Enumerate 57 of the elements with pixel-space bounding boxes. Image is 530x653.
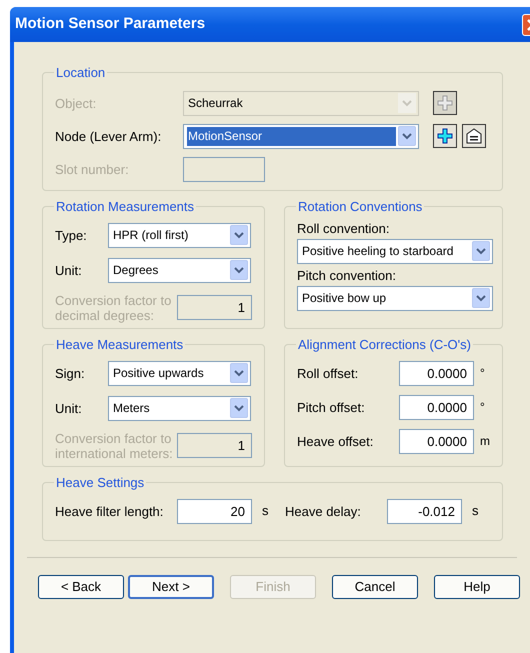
field-label: Unit:: [55, 400, 83, 416]
dropdown-value: Scheurrak: [187, 94, 244, 112]
properties-button[interactable]: [462, 124, 486, 148]
field-label: Pitch offset:: [297, 400, 366, 414]
dropdown-value: MotionSensor: [187, 126, 396, 146]
dropdown-field[interactable]: Positive upwards: [108, 360, 251, 386]
field-label: Roll convention:: [297, 220, 390, 236]
field-label: Slot number:: [55, 162, 130, 176]
group-title: Location: [55, 64, 106, 82]
dropdown-field[interactable]: Degrees: [108, 258, 251, 282]
dropdown-field[interactable]: Positive bow up: [297, 286, 493, 310]
dropdown-value: Positive bow up: [301, 290, 388, 306]
input-field[interactable]: 0.0000: [399, 394, 474, 420]
dropdown-field[interactable]: MotionSensor: [183, 124, 419, 148]
plus-icon: [437, 128, 453, 144]
unit-label: s: [262, 502, 268, 520]
field-label: Object:: [55, 96, 98, 110]
field-label: Roll offset:: [297, 366, 360, 380]
field-label: Heave offset:: [297, 434, 374, 448]
dialog-button[interactable]: < Back: [38, 575, 124, 599]
group-title: Rotation Conventions: [297, 198, 424, 216]
properties-icon: [465, 127, 483, 145]
dropdown-value: HPR (roll first): [112, 226, 190, 244]
dropdown-field[interactable]: Positive heeling to starboard: [297, 238, 493, 264]
group-title: Heave Measurements: [55, 336, 184, 354]
input-field[interactable]: 0.0000: [399, 428, 474, 454]
input-field[interactable]: 0.0000: [399, 360, 474, 386]
field-label: Node (Lever Arm):: [55, 128, 162, 144]
input-field[interactable]: 20: [177, 498, 252, 524]
field-label: Unit:: [55, 262, 83, 278]
unit-label: m: [480, 433, 490, 450]
field-label: Pitch convention:: [297, 268, 398, 282]
dropdown-field[interactable]: Meters: [108, 396, 251, 420]
dropdown-value: Meters: [112, 400, 151, 416]
dialog-button[interactable]: Cancel: [332, 575, 418, 599]
unit-label: °: [480, 399, 485, 416]
group-title: Heave Settings: [55, 474, 146, 492]
add-button[interactable]: [433, 124, 457, 148]
unit-label: s: [472, 502, 478, 520]
group-title: Alignment Corrections (C-O's): [297, 336, 472, 354]
field-label: Sign:: [55, 366, 86, 380]
dropdown-value: Positive upwards: [112, 364, 205, 382]
field-label: Heave delay:: [285, 504, 362, 518]
field-label: Heave filter length:: [55, 504, 164, 518]
dropdown-value: Degrees: [112, 262, 160, 278]
field-label: Type:: [55, 228, 88, 242]
input-field[interactable]: -0.012: [387, 498, 462, 524]
plus-icon: [437, 95, 453, 111]
dialog-button[interactable]: Next >: [128, 575, 214, 599]
dropdown-value: Positive heeling to starboard: [301, 242, 454, 260]
dropdown-field[interactable]: HPR (roll first): [108, 222, 251, 248]
dialog-button[interactable]: Help: [434, 575, 520, 599]
group-title: Rotation Measurements: [55, 198, 196, 216]
window-title: Motion Sensor Parameters: [15, 14, 206, 34]
field-label: Conversion factor to decimal degrees:: [55, 292, 172, 322]
field-label: Conversion factor to international meters:: [55, 430, 173, 460]
unit-label: °: [480, 365, 485, 382]
